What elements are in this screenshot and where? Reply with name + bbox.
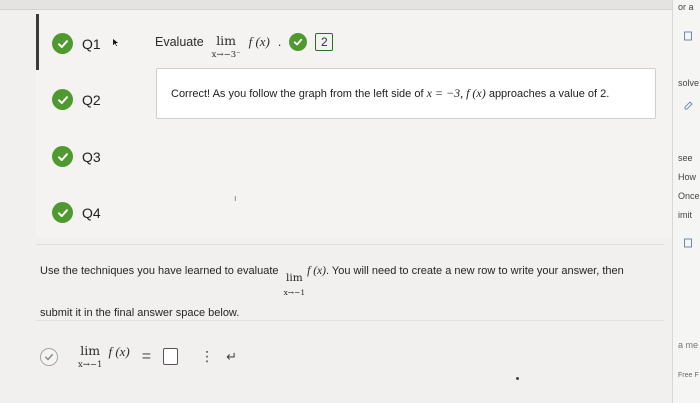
function-expression: f (x) — [248, 34, 270, 49]
answer-input[interactable] — [163, 348, 179, 365]
right-side-panel: or a solve see How Once imit a me Free F — [672, 0, 700, 403]
right-panel-text: or a — [678, 2, 694, 12]
q1-prompt: Evaluate lim x→−3⁻ f (x) . 2 — [155, 33, 334, 60]
answer-row: lim x→−1 f (x) = ⋮ ↵ — [40, 343, 237, 370]
right-panel-text: solve — [678, 78, 700, 88]
task-instruction: Use the techniques you have learned to e… — [40, 263, 660, 322]
lim-word: lim — [216, 33, 237, 48]
pointer-cursor-icon — [112, 37, 120, 51]
check-icon — [52, 202, 73, 223]
check-icon — [52, 146, 73, 167]
question-label: Q1 — [82, 35, 101, 52]
evaluate-label: Evaluate — [155, 35, 204, 49]
right-panel-text: imit — [678, 210, 692, 220]
stray-mark: ı — [234, 193, 237, 203]
limit-expression: lim x→−1 — [78, 343, 102, 370]
check-icon — [52, 89, 73, 110]
lim-subscript: x→−1 — [283, 287, 306, 297]
edit-icon[interactable] — [683, 98, 693, 110]
question-label: Q2 — [82, 91, 101, 108]
instruction-text-pre: Use the techniques you have learned to e… — [40, 265, 279, 277]
question-item-q2[interactable]: Q2 — [52, 89, 101, 110]
lim-subscript: x→−3⁻ — [211, 50, 241, 60]
vertical-dots-icon[interactable]: ⋮ — [200, 348, 214, 365]
q1-answer-box[interactable]: 2 — [315, 33, 334, 51]
question-area — [36, 10, 672, 238]
check-icon — [289, 33, 308, 51]
right-panel-text: Free F — [678, 372, 699, 379]
feedback-box: Correct! As you follow the graph from th… — [156, 68, 656, 119]
limit-expression: lim x→−3⁻ — [212, 33, 241, 60]
question-item-q1[interactable]: Q1 — [52, 33, 120, 54]
section-divider — [36, 320, 664, 321]
circle-check-icon[interactable] — [40, 347, 58, 366]
right-panel-text: see — [678, 153, 693, 163]
top-strip — [0, 0, 672, 10]
separator-dot: . — [277, 35, 282, 49]
equals-sign: = — [141, 347, 152, 365]
lim-word: lim — [80, 343, 101, 358]
lim-word: lim — [286, 272, 303, 284]
right-panel-text: How — [678, 172, 697, 182]
instruction-text-post: . You will need to create a new row to w… — [325, 265, 624, 277]
right-panel-text: Once — [678, 191, 700, 201]
limit-expression: lim x→−1 — [284, 271, 306, 298]
active-question-indicator — [36, 14, 39, 70]
lim-subscript: x→−1 — [78, 360, 103, 370]
question-label: Q4 — [82, 204, 101, 221]
stray-dot — [516, 377, 519, 380]
document-icon[interactable] — [683, 28, 693, 41]
document-icon[interactable] — [683, 235, 693, 248]
feedback-text-prefix: Correct! As you follow the graph from th… — [171, 88, 427, 100]
section-divider — [36, 244, 664, 245]
function-expression: f (x) — [108, 344, 130, 359]
right-panel-text: a me — [678, 340, 699, 350]
enter-arrow-icon[interactable]: ↵ — [226, 349, 237, 365]
feedback-math: x = −3, f (x) — [426, 86, 486, 100]
question-item-q3[interactable]: Q3 — [52, 146, 101, 167]
question-item-q4[interactable]: Q4 — [52, 202, 101, 223]
function-expression: f (x) — [307, 265, 326, 277]
check-icon — [52, 33, 73, 54]
feedback-text-suffix: approaches a value of 2. — [485, 88, 610, 100]
question-label: Q3 — [82, 148, 101, 165]
